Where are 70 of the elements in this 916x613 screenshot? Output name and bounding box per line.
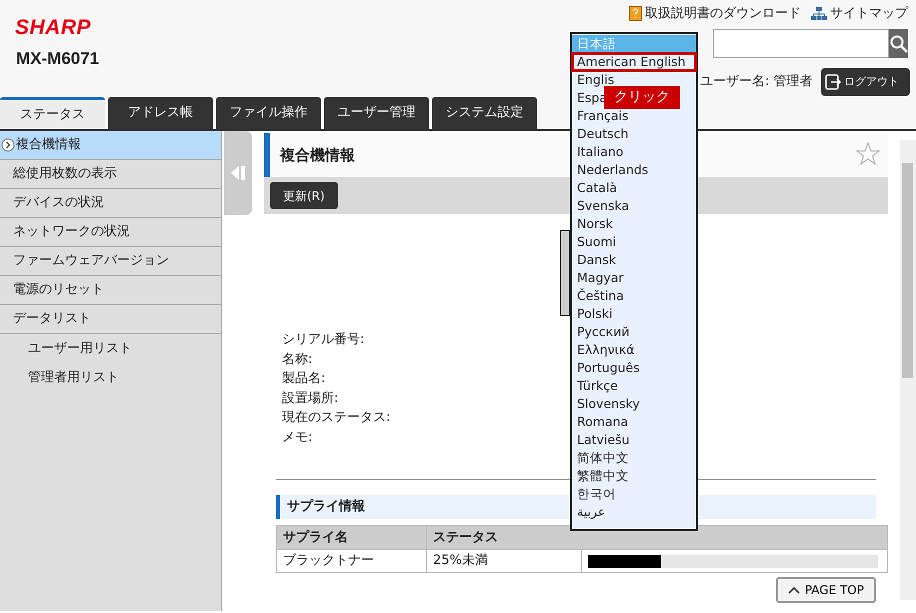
collapse-icon [229,164,247,182]
field-label: シリアル番号: [282,331,364,349]
tab[interactable]: ファイル操作 [216,97,321,129]
language-option[interactable]: Русский [572,323,632,341]
language-option[interactable]: Slovensky [572,395,642,413]
language-option[interactable]: Polski [572,305,614,323]
caret-up-icon [788,586,800,594]
table-cell: 25%未満 [426,550,582,572]
search-icon [890,34,908,52]
language-option[interactable]: Nederlands [572,161,650,179]
user-name: ユーザー名: 管理者 [700,73,813,91]
language-option[interactable]: Norsk [572,215,615,233]
model-name: MX-M6071 [16,48,100,70]
language-option[interactable]: Français [572,107,631,125]
language-option[interactable]: Português [572,359,642,377]
refresh-button[interactable]: 更新(R) [270,182,338,209]
manual-download-link[interactable]: 取扱説明書のダウンロード [645,4,801,24]
language-option[interactable]: Dansk [572,251,618,269]
sidebar-item[interactable]: 電源のリセット [0,276,221,305]
scrollbar-thumb[interactable] [902,163,913,378]
search-field[interactable] [713,29,889,58]
sitemap-link[interactable]: サイトマップ [830,4,908,24]
book-icon [629,6,642,22]
language-option[interactable]: Magyar [572,269,626,287]
language-option[interactable]: Suomi [572,233,618,251]
language-option[interactable]: Ελληνικά [572,341,636,359]
tab[interactable]: システム設定 [432,97,537,129]
tab[interactable]: ステータス [0,97,105,129]
tab[interactable]: ユーザー管理 [324,97,429,129]
field-label: 名称: [282,350,312,368]
language-option[interactable]: Türkçe [572,377,620,395]
star-icon[interactable] [856,142,880,168]
language-option[interactable]: Català [572,179,620,197]
sidebar-item[interactable]: 総使用枚数の表示 [0,160,221,189]
logout-icon [825,74,841,90]
sidebar-item[interactable]: データリスト [0,305,221,334]
sidebar-item[interactable]: ファームウェアバージョン [0,247,221,276]
column-header: ステータス [426,526,888,550]
logout-button[interactable]: ログアウト [821,68,910,96]
field-label: 設置場所: [282,390,338,408]
language-option[interactable]: Latviešu [572,431,632,449]
column-header: サプライ名 [276,526,426,550]
sidebar-item[interactable]: ネットワークの状況 [0,218,221,247]
collapse-handle[interactable] [224,131,252,215]
language-option[interactable]: عربية [572,503,608,521]
table-cell: ブラックトナー [276,550,426,572]
page-top-button[interactable]: PAGE TOP [776,577,876,603]
logo: SHARP [15,15,92,41]
language-option[interactable]: Čeština [572,287,626,305]
language-option[interactable]: Deutsch [572,125,630,143]
language-option[interactable]: 简体中文 [572,449,631,467]
sidebar-item[interactable]: デバイスの状況 [0,189,221,218]
language-option[interactable]: Englis [572,71,616,89]
callout-tooltip: クリック [604,86,680,109]
chevron-circle-icon [1,138,15,152]
sidebar-item[interactable]: ユーザー用リスト [0,334,221,363]
sitemap-icon [811,6,827,21]
page-title: 複合機情報 [280,146,355,164]
field-label: 製品名: [282,370,326,388]
search-button[interactable] [889,29,908,58]
language-option[interactable]: American English [572,53,696,71]
language-option[interactable]: Romana [572,413,630,431]
language-option[interactable]: Svenska [572,197,632,215]
sidebar-item[interactable]: 管理者用リスト [0,363,221,392]
language-option[interactable]: Italiano [572,143,626,161]
sidebar-item[interactable]: 複合機情報 [0,131,221,160]
field-label: 現在のステータス: [282,409,390,427]
tab[interactable]: アドレス帳 [108,97,213,129]
field-label: メモ: [282,428,312,446]
language-option[interactable]: 繁體中文 [572,467,631,485]
